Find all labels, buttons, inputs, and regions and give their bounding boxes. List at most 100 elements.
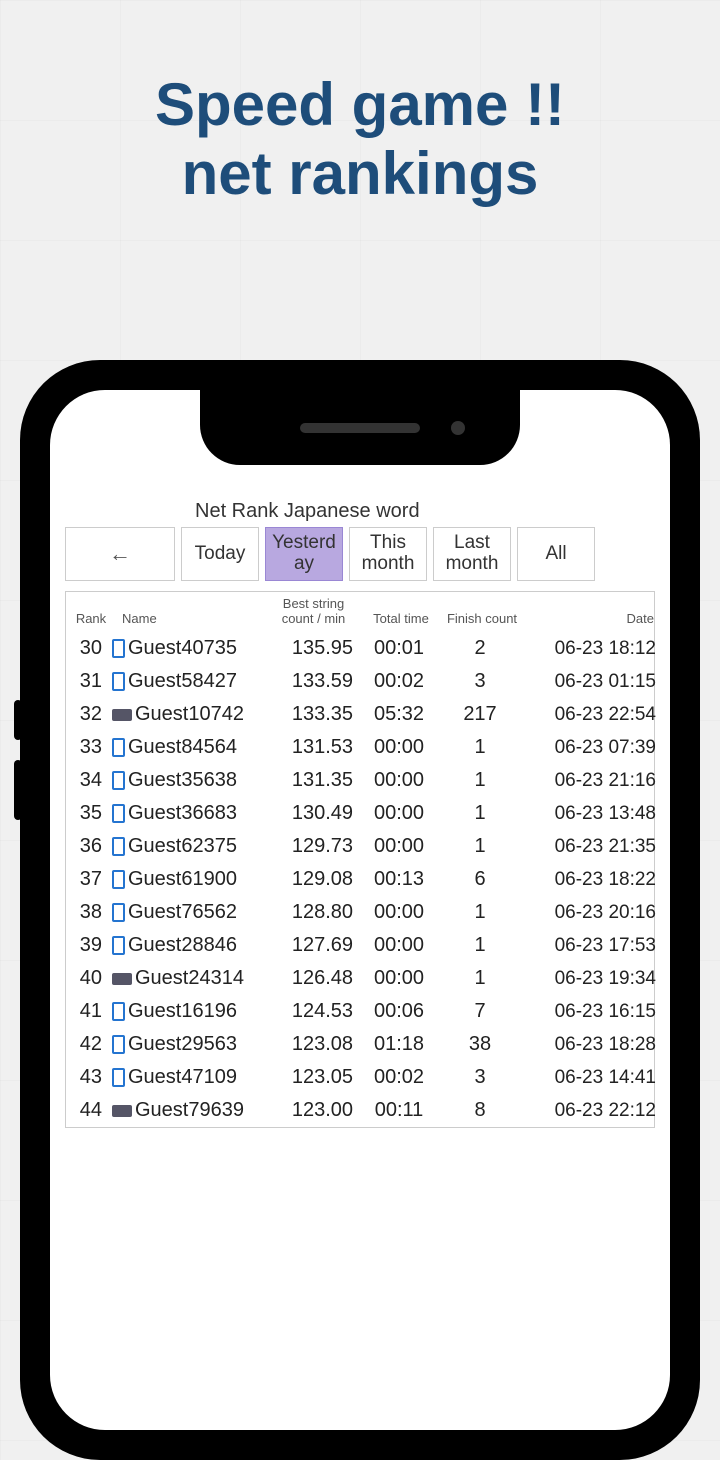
tab-today[interactable]: Today: [181, 527, 259, 581]
phone-icon: [112, 837, 125, 856]
time-cell: 00:06: [359, 1000, 439, 1023]
score-cell: 131.53: [264, 736, 359, 759]
tab-all[interactable]: All: [517, 527, 595, 581]
table-header: Rank Name Best string count / min Total …: [66, 592, 654, 632]
time-cell: 00:00: [359, 934, 439, 957]
headline-line1: Speed game !!: [0, 70, 720, 139]
name-cell: Guest29563: [112, 1033, 264, 1056]
finish-cell: 217: [439, 703, 521, 726]
rank-cell: 35: [66, 802, 112, 825]
player-name: Guest61900: [128, 868, 237, 891]
device-icon: [112, 709, 132, 721]
time-cell: 00:00: [359, 901, 439, 924]
time-cell: 00:02: [359, 1066, 439, 1089]
col-score: Best string count / min: [266, 596, 361, 626]
table-row[interactable]: 34Guest35638131.3500:00106-23 21:16: [66, 764, 654, 797]
col-date: Date: [523, 611, 658, 626]
table-row[interactable]: 33Guest84564131.5300:00106-23 07:39: [66, 731, 654, 764]
table-row[interactable]: 43Guest47109123.0500:02306-23 14:41: [66, 1061, 654, 1094]
table-row[interactable]: 42Guest29563123.0801:183806-23 18:28: [66, 1028, 654, 1061]
table-row[interactable]: 35Guest36683130.4900:00106-23 13:48: [66, 797, 654, 830]
name-cell: Guest10742: [112, 703, 264, 726]
finish-cell: 2: [439, 637, 521, 660]
rank-cell: 40: [66, 967, 112, 990]
finish-cell: 1: [439, 835, 521, 858]
name-cell: Guest16196: [112, 1000, 264, 1023]
phone-side-button: [14, 760, 22, 820]
name-cell: Guest84564: [112, 736, 264, 759]
rank-cell: 41: [66, 1000, 112, 1023]
table-row[interactable]: 40Guest24314126.4800:00106-23 19:34: [66, 962, 654, 995]
time-cell: 00:01: [359, 637, 439, 660]
player-name: Guest76562: [128, 901, 237, 924]
date-cell: 06-23 17:53: [521, 935, 656, 957]
date-cell: 06-23 16:15: [521, 1001, 656, 1023]
phone-icon: [112, 1002, 125, 1021]
rank-cell: 44: [66, 1099, 112, 1122]
time-cell: 00:02: [359, 670, 439, 693]
table-row[interactable]: 30Guest40735135.9500:01206-23 18:12: [66, 632, 654, 665]
time-cell: 00:11: [359, 1099, 439, 1122]
table-row[interactable]: 32Guest10742133.3505:3221706-23 22:54: [66, 698, 654, 731]
date-cell: 06-23 21:16: [521, 770, 656, 792]
table-row[interactable]: 44Guest79639123.0000:11806-23 22:12: [66, 1094, 654, 1127]
finish-cell: 1: [439, 769, 521, 792]
table-row[interactable]: 38Guest76562128.8000:00106-23 20:16: [66, 896, 654, 929]
player-name: Guest16196: [128, 1000, 237, 1023]
rank-cell: 34: [66, 769, 112, 792]
table-row[interactable]: 39Guest28846127.6900:00106-23 17:53: [66, 929, 654, 962]
table-row[interactable]: 37Guest61900129.0800:13606-23 18:22: [66, 863, 654, 896]
page-title: Net Rank Japanese word: [195, 500, 655, 523]
phone-side-button: [14, 700, 22, 740]
score-cell: 135.95: [264, 637, 359, 660]
phone-frame: Net Rank Japanese word ← TodayYesterdayT…: [20, 360, 700, 1460]
name-cell: Guest47109: [112, 1066, 264, 1089]
player-name: Guest84564: [128, 736, 237, 759]
date-cell: 06-23 22:54: [521, 704, 656, 726]
score-cell: 129.08: [264, 868, 359, 891]
time-cell: 00:00: [359, 802, 439, 825]
player-name: Guest28846: [128, 934, 237, 957]
phone-icon: [112, 771, 125, 790]
back-button[interactable]: ←: [65, 527, 175, 581]
phone-screen: Net Rank Japanese word ← TodayYesterdayT…: [50, 390, 670, 1430]
score-cell: 133.35: [264, 703, 359, 726]
back-arrow-icon: ←: [109, 541, 131, 567]
phone-icon: [112, 870, 125, 889]
phone-icon: [112, 738, 125, 757]
time-cell: 00:00: [359, 967, 439, 990]
date-cell: 06-23 22:12: [521, 1100, 656, 1122]
rank-cell: 43: [66, 1066, 112, 1089]
ranking-table: Rank Name Best string count / min Total …: [65, 591, 655, 1128]
tab-this-month[interactable]: Thismonth: [349, 527, 427, 581]
rank-cell: 36: [66, 835, 112, 858]
phone-icon: [112, 804, 125, 823]
player-name: Guest62375: [128, 835, 237, 858]
headline: Speed game !! net rankings: [0, 70, 720, 208]
rank-cell: 38: [66, 901, 112, 924]
finish-cell: 3: [439, 670, 521, 693]
finish-cell: 3: [439, 1066, 521, 1089]
table-row[interactable]: 36Guest62375129.7300:00106-23 21:35: [66, 830, 654, 863]
table-row[interactable]: 31Guest58427133.5900:02306-23 01:15: [66, 665, 654, 698]
rank-cell: 31: [66, 670, 112, 693]
finish-cell: 1: [439, 802, 521, 825]
name-cell: Guest35638: [112, 769, 264, 792]
finish-cell: 6: [439, 868, 521, 891]
time-cell: 00:00: [359, 769, 439, 792]
time-cell: 01:18: [359, 1033, 439, 1056]
tab-yesterday[interactable]: Yesterday: [265, 527, 343, 581]
phone-icon: [112, 1068, 125, 1087]
col-name: Name: [114, 611, 266, 626]
date-cell: 06-23 18:22: [521, 869, 656, 891]
date-cell: 06-23 20:16: [521, 902, 656, 924]
date-cell: 06-23 07:39: [521, 737, 656, 759]
time-cell: 05:32: [359, 703, 439, 726]
phone-icon: [112, 936, 125, 955]
time-cell: 00:00: [359, 736, 439, 759]
tab-last-month[interactable]: Lastmonth: [433, 527, 511, 581]
device-icon: [112, 1105, 132, 1117]
table-row[interactable]: 41Guest16196124.5300:06706-23 16:15: [66, 995, 654, 1028]
finish-cell: 1: [439, 967, 521, 990]
col-time: Total time: [361, 611, 441, 626]
